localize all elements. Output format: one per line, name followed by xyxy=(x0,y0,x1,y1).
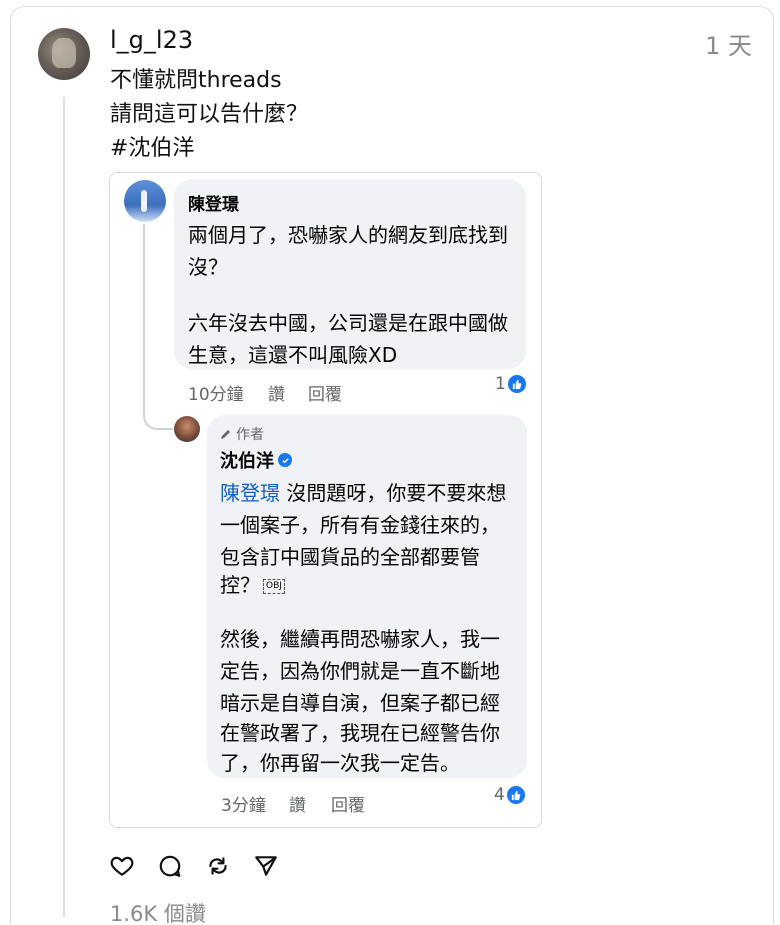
reaction-number: 4 xyxy=(494,785,505,805)
replier-name: 沈伯洋 xyxy=(220,447,292,473)
thumbs-up-icon xyxy=(506,786,525,804)
repost-icon xyxy=(209,857,227,875)
reaction-count: 1 xyxy=(495,374,526,394)
comment-reply-link: 回覆 xyxy=(308,385,342,405)
like-button[interactable] xyxy=(108,852,136,880)
post-hashtag[interactable]: #沈伯洋 xyxy=(110,130,194,162)
comment-text: 生意，這還不叫風險XD xyxy=(188,343,398,367)
pencil-icon xyxy=(221,430,230,439)
user-avatar[interactable] xyxy=(38,28,90,80)
share-button[interactable] xyxy=(252,852,280,880)
author-tag: 作者 xyxy=(220,424,264,444)
reply-like-link: 讚 xyxy=(289,796,306,816)
replier-name-text: 沈伯洋 xyxy=(220,451,274,472)
verified-badge-icon xyxy=(278,453,292,467)
reply-text: 陳登璟 沒問題呀，你要不要來想 xyxy=(220,481,507,505)
username[interactable]: l_g_l23 xyxy=(110,26,193,54)
repost-button[interactable] xyxy=(204,852,232,880)
comment-text: 沒？ xyxy=(188,255,228,279)
post-time: 1 天 xyxy=(705,32,752,60)
post-text-line: 不懂就問threads xyxy=(110,68,282,93)
thread-line xyxy=(63,97,65,917)
reply-text: 在警政署了，我現在已經警告你 xyxy=(220,721,500,745)
author-avatar xyxy=(174,416,200,442)
reply-text: 了，你再留一次我一定告。 xyxy=(220,751,460,775)
reply-text: 控？ OBJ xyxy=(220,569,285,598)
reply-text: 然後，繼續再問恐嚇家人，我一 xyxy=(220,627,500,651)
mention-link: 陳登璟 xyxy=(220,481,280,505)
reply-text: 暗示是自導自演，但案子都已經 xyxy=(220,691,500,715)
heart-icon xyxy=(110,856,134,876)
comment-icon xyxy=(159,855,181,877)
thumbs-up-icon xyxy=(507,375,526,393)
comment-like-link: 讚 xyxy=(268,385,285,405)
comment-text: 兩個月了，恐嚇家人的網友到底找到 xyxy=(188,223,508,247)
reply-reply-link: 回覆 xyxy=(331,796,365,816)
commenter-avatar xyxy=(124,180,166,222)
author-tag-label: 作者 xyxy=(236,427,264,443)
likes-count[interactable]: 1.6K 個讚 xyxy=(110,898,206,925)
reaction-count: 4 xyxy=(494,785,525,805)
reply-connector-line xyxy=(143,224,173,430)
send-icon xyxy=(255,856,277,876)
reply-text: 一個案子，所有有金錢往來的， xyxy=(220,513,500,537)
comment-time: 10分鐘 xyxy=(188,385,244,405)
post-text-line: 請問這可以告什麼？ xyxy=(110,102,309,127)
reply-time: 3分鐘 xyxy=(221,796,266,816)
obj-placeholder: OBJ xyxy=(263,579,285,594)
reply-text: 包含訂中國貨品的全部都要管 xyxy=(220,545,480,569)
post-actions xyxy=(108,852,280,880)
reply-button[interactable] xyxy=(156,852,184,880)
reply-text: 定告，因為你們就是一直不斷地 xyxy=(220,659,500,683)
reaction-number: 1 xyxy=(495,374,506,394)
commenter-name: 陳登璟 xyxy=(188,195,239,215)
comment-text: 六年沒去中國，公司還是在跟中國做 xyxy=(188,311,508,335)
